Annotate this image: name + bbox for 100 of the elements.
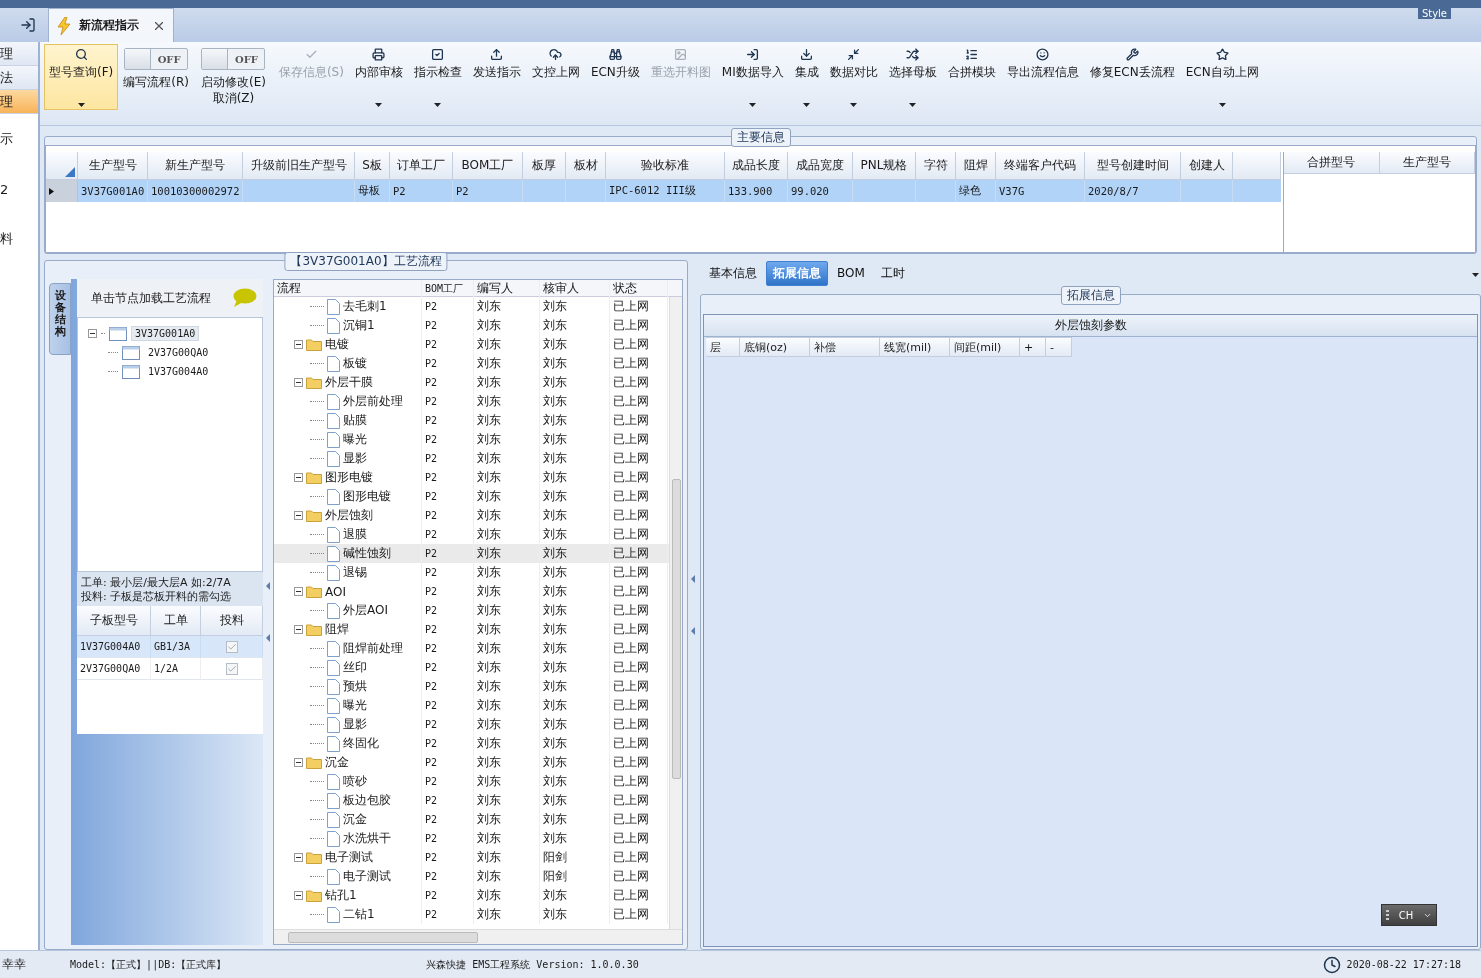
- tree-row-label[interactable]: 曝光: [343, 431, 367, 448]
- column-header[interactable]: 型号创建时间: [1085, 152, 1181, 180]
- column-header[interactable]: 生产型号: [78, 152, 148, 180]
- column-header[interactable]: 线宽(mil): [880, 337, 950, 357]
- column-header[interactable]: 投料: [201, 606, 263, 636]
- splitter-handle[interactable]: [691, 575, 695, 635]
- tree-row-label[interactable]: 丝印: [343, 659, 367, 676]
- tree-row-label[interactable]: 沉金: [343, 811, 367, 828]
- tree-row-label[interactable]: 终固化: [343, 735, 379, 752]
- collapse-icon[interactable]: [294, 340, 303, 349]
- checkbox[interactable]: [225, 640, 238, 653]
- document-tab[interactable]: 新流程指示: [48, 8, 174, 42]
- tree-row-label[interactable]: 板边包胶: [343, 792, 391, 809]
- nav-item[interactable]: 示: [0, 114, 38, 164]
- nav-item[interactable]: 法: [0, 66, 38, 90]
- column-header[interactable]: 终端客户代码: [996, 152, 1085, 180]
- toolbar-button[interactable]: 发送指示: [467, 44, 526, 110]
- toolbar-button[interactable]: 导出流程信息: [1001, 44, 1084, 110]
- column-header[interactable]: 升级前旧生产型号: [243, 152, 355, 180]
- column-header[interactable]: 验收标准: [606, 152, 725, 180]
- column-header[interactable]: 订单工厂: [390, 152, 453, 180]
- tree-row-label[interactable]: 退膜: [343, 526, 367, 543]
- tree-row-label[interactable]: 沉金: [325, 754, 349, 771]
- tree-row-label[interactable]: 外层AOI: [343, 602, 388, 619]
- column-header[interactable]: 板厚: [523, 152, 566, 180]
- column-header[interactable]: 子板型号: [77, 606, 151, 636]
- toolbar-button[interactable]: 集成: [789, 44, 824, 110]
- collapse-icon[interactable]: [294, 891, 303, 900]
- toolbar-button[interactable]: 型号查询(F): [44, 44, 119, 110]
- row-header[interactable]: [46, 180, 78, 202]
- checkbox[interactable]: [225, 662, 238, 675]
- toolbar-button[interactable]: 数据对比: [824, 44, 883, 110]
- vertical-scrollbar[interactable]: [669, 297, 682, 929]
- tree-row-label[interactable]: 贴膜: [343, 412, 367, 429]
- toolbar-button[interactable]: ECN自动上网: [1180, 44, 1264, 110]
- column-header[interactable]: 生产型号: [1379, 152, 1475, 174]
- toolbar-button[interactable]: 修复ECN丢流程: [1084, 44, 1180, 110]
- toggle-switch[interactable]: OFF: [124, 48, 189, 70]
- nav-item[interactable]: 2: [0, 164, 38, 214]
- toolbar-button[interactable]: 合拼模块: [942, 44, 1001, 110]
- column-header[interactable]: 新生产型号: [148, 152, 243, 180]
- tree-row-label[interactable]: 喷砂: [343, 773, 367, 790]
- tab[interactable]: 基本信息: [702, 260, 764, 286]
- column-header[interactable]: 层: [706, 337, 740, 357]
- column-header[interactable]: 阻焊: [956, 152, 996, 180]
- tree-row-label[interactable]: 显影: [343, 716, 367, 733]
- toolbar-button[interactable]: ECN升级: [585, 44, 645, 110]
- tree-row-label[interactable]: 二钻1: [343, 906, 375, 923]
- tree-row-label[interactable]: AOI: [325, 584, 346, 599]
- side-tab[interactable]: 设备结构: [49, 283, 71, 355]
- column-header[interactable]: 补偿: [810, 337, 880, 357]
- tree-row-label[interactable]: 预烘: [343, 678, 367, 695]
- tree-node[interactable]: 2V37G00QA0: [144, 345, 213, 360]
- nav-item[interactable]: 理: [0, 90, 38, 114]
- collapse-icon[interactable]: [294, 625, 303, 634]
- tree-node[interactable]: 1V37G004A0: [144, 364, 213, 379]
- tree-row-label[interactable]: 显影: [343, 450, 367, 467]
- tree-row-label[interactable]: 外层前处理: [343, 393, 403, 410]
- toolbar-button[interactable]: 文控上网: [526, 44, 585, 110]
- column-header[interactable]: BOM工厂: [453, 152, 523, 180]
- collapse-icon[interactable]: [294, 378, 303, 387]
- input-method-indicator[interactable]: CH: [1381, 904, 1437, 926]
- tree-row-label[interactable]: 外层蚀刻: [325, 507, 373, 524]
- tab[interactable]: BOM: [830, 262, 872, 284]
- collapse-icon[interactable]: [294, 473, 303, 482]
- tree-row-label[interactable]: 碱性蚀刻: [343, 545, 391, 562]
- splitter-handle[interactable]: [266, 582, 270, 642]
- tab[interactable]: 工时: [873, 260, 912, 286]
- collapse-icon[interactable]: [88, 329, 97, 338]
- tree-row-label[interactable]: 水洗烘干: [343, 830, 391, 847]
- column-header[interactable]: 成品长度: [725, 152, 788, 180]
- tree-row-label[interactable]: 板镀: [343, 355, 367, 372]
- column-header[interactable]: 间距(mil): [950, 337, 1020, 357]
- column-header[interactable]: 字符: [916, 152, 956, 180]
- column-header[interactable]: -: [1046, 337, 1072, 357]
- column-header[interactable]: 板材: [566, 152, 606, 180]
- column-header[interactable]: +: [1020, 337, 1046, 357]
- collapse-icon[interactable]: [294, 853, 303, 862]
- exit-icon[interactable]: [20, 17, 36, 33]
- collapse-icon[interactable]: [294, 587, 303, 596]
- tree-row-label[interactable]: 电镀: [325, 336, 349, 353]
- nav-item[interactable]: 理: [0, 42, 38, 66]
- column-header[interactable]: 合拼型号: [1284, 152, 1380, 174]
- column-header[interactable]: S板: [355, 152, 390, 180]
- toolbar-button[interactable]: 选择母板: [883, 44, 942, 110]
- close-icon[interactable]: [155, 21, 163, 30]
- tree-row-label[interactable]: 钻孔1: [325, 887, 357, 904]
- tree-row-label[interactable]: 退锡: [343, 564, 367, 581]
- tree-row-label[interactable]: 外层干膜: [325, 374, 373, 391]
- collapse-icon[interactable]: [294, 511, 303, 520]
- tree-node[interactable]: 3V37G001A0: [131, 326, 200, 341]
- column-header[interactable]: PNL规格: [853, 152, 916, 180]
- column-header[interactable]: 成品宽度: [788, 152, 853, 180]
- horizontal-scrollbar[interactable]: [274, 929, 682, 944]
- toolbar-button[interactable]: 指示检查: [408, 44, 467, 110]
- column-header[interactable]: 创建人: [1181, 152, 1233, 180]
- column-header[interactable]: 底铜(oz): [740, 337, 810, 357]
- tree-row-label[interactable]: 曝光: [343, 697, 367, 714]
- tree-row-label[interactable]: 图形电镀: [325, 469, 373, 486]
- collapse-icon[interactable]: [294, 758, 303, 767]
